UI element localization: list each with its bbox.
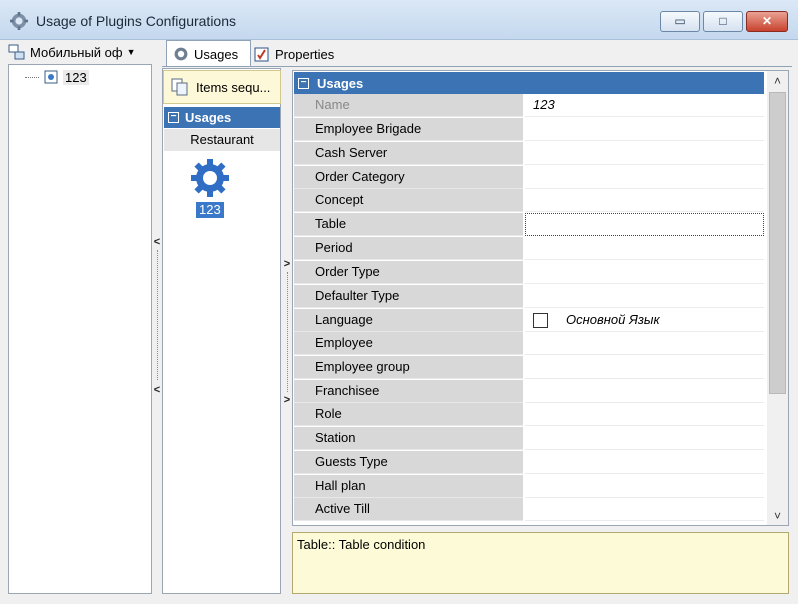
property-value[interactable] (525, 261, 764, 284)
property-value[interactable] (525, 451, 764, 474)
grid-row-period[interactable]: Period (294, 237, 764, 260)
property-value[interactable] (525, 166, 764, 189)
grid-row-employee-group[interactable]: Employee group (294, 356, 764, 379)
grid-row-franchisee[interactable]: Franchisee (294, 380, 764, 403)
minimize-button[interactable]: ▭ (660, 11, 700, 32)
property-value[interactable]: Основной Язык (525, 309, 764, 332)
grid-row-order-category[interactable]: Order Category (294, 166, 764, 189)
usage-item-label[interactable]: 123 (196, 202, 224, 218)
property-value[interactable] (525, 332, 764, 355)
tree-toolbar: Мобильный оф ▼ (8, 40, 152, 64)
grid-row-hall-plan[interactable]: Hall plan (294, 475, 764, 498)
maximize-button[interactable]: □ (703, 11, 743, 32)
property-name: Language (294, 309, 523, 332)
grid-category-header[interactable]: − Usages (294, 72, 764, 94)
property-value[interactable] (525, 427, 764, 450)
grid-row-name[interactable]: Name 123 (294, 94, 764, 117)
grid-category-label: Usages (317, 75, 364, 91)
property-value[interactable] (525, 285, 764, 308)
property-value[interactable] (525, 189, 764, 212)
property-name: Cash Server (294, 142, 523, 165)
window-title: Usage of Plugins Configurations (36, 13, 237, 29)
property-name: Period (294, 237, 523, 260)
language-checkbox[interactable] (533, 313, 548, 329)
items-sequence-button[interactable]: Items sequ... (163, 70, 281, 104)
property-name: Employee Brigade (294, 118, 523, 141)
usages-group-header[interactable]: − Usages (164, 107, 280, 128)
property-name: Role (294, 403, 523, 426)
property-name: Hall plan (294, 475, 523, 498)
grid-row-employee[interactable]: Employee (294, 332, 764, 355)
tree-node-label: 123 (63, 69, 89, 85)
property-value[interactable] (525, 356, 764, 379)
property-name: Employee group (294, 356, 523, 379)
tab-usages-label: Usages (194, 46, 239, 62)
collapse-icon[interactable]: − (168, 112, 179, 123)
grid-row-employee-brigade[interactable]: Employee Brigade (294, 118, 764, 141)
property-name: Station (294, 427, 523, 450)
language-value: Основной Язык (566, 312, 660, 327)
grid-row-role[interactable]: Role (294, 403, 764, 426)
property-value[interactable] (525, 403, 764, 426)
scroll-thumb[interactable] (769, 92, 786, 394)
splitter-line (157, 250, 158, 380)
property-value-selected[interactable] (525, 213, 764, 236)
grid-row-concept[interactable]: Concept (294, 189, 764, 212)
grid-row-language[interactable]: Language Основной Язык (294, 309, 764, 332)
items-sequence-label: Items sequ... (196, 79, 271, 95)
category-restaurant[interactable]: Restaurant (164, 129, 280, 151)
grid-row-table[interactable]: Table (294, 213, 764, 236)
gear-icon (174, 47, 188, 61)
grid-row-order-type[interactable]: Order Type (294, 261, 764, 284)
property-name: Order Category (294, 166, 523, 189)
property-name: Defaulter Type (294, 285, 523, 308)
org-dropdown[interactable]: Мобильный оф (30, 45, 123, 60)
property-value[interactable] (525, 380, 764, 403)
grid-row-guests-type[interactable]: Guests Type (294, 451, 764, 474)
tab-usages[interactable]: Usages (166, 40, 251, 67)
scroll-down-icon[interactable]: ˅ (767, 506, 788, 526)
tab-properties[interactable]: Properties (254, 42, 334, 66)
tab-properties-label: Properties (275, 46, 335, 62)
property-name: Concept (294, 189, 523, 212)
tree-connector (25, 76, 39, 78)
properties-icon (254, 47, 269, 61)
property-name: Name (294, 94, 523, 117)
property-value[interactable] (525, 237, 764, 260)
property-name: Employee (294, 332, 523, 355)
splitter-line (287, 272, 288, 392)
close-button[interactable]: ✕ (746, 11, 788, 32)
property-name: Active Till (294, 498, 523, 521)
property-name: Franchisee (294, 380, 523, 403)
node-icon (44, 70, 58, 84)
gear-icon (10, 12, 28, 30)
copy-icon (171, 78, 188, 96)
collapse-left-arrow[interactable]: < (152, 236, 162, 248)
property-name: Table (294, 213, 523, 236)
property-value[interactable] (525, 498, 764, 521)
chevron-down-icon[interactable]: ▼ (127, 47, 136, 57)
property-description: Table:: Table condition (292, 532, 789, 594)
expand-right-arrow[interactable]: > (282, 258, 292, 270)
property-value[interactable] (525, 475, 764, 498)
scroll-up-icon[interactable]: ˄ (767, 71, 788, 91)
expand-right-arrow-bottom[interactable]: > (282, 394, 292, 406)
property-name: Guests Type (294, 451, 523, 474)
property-value[interactable] (525, 142, 764, 165)
property-value[interactable] (525, 118, 764, 141)
grid-row-cash-server[interactable]: Cash Server (294, 142, 764, 165)
collapse-icon[interactable]: − (298, 77, 309, 89)
tree-panel: 123 (8, 64, 152, 594)
gear-icon[interactable] (190, 158, 230, 198)
usages-group-label: Usages (185, 110, 232, 125)
collapse-left-arrow-bottom[interactable]: < (152, 384, 162, 396)
grid-row-defaulter-type[interactable]: Defaulter Type (294, 285, 764, 308)
tab-divider (162, 66, 792, 67)
property-name: Order Type (294, 261, 523, 284)
tree-node[interactable]: 123 (25, 69, 89, 85)
network-icon (8, 44, 25, 60)
property-value[interactable]: 123 (525, 94, 764, 117)
grid-row-station[interactable]: Station (294, 427, 764, 450)
grid-row-active-till[interactable]: Active Till (294, 498, 764, 521)
